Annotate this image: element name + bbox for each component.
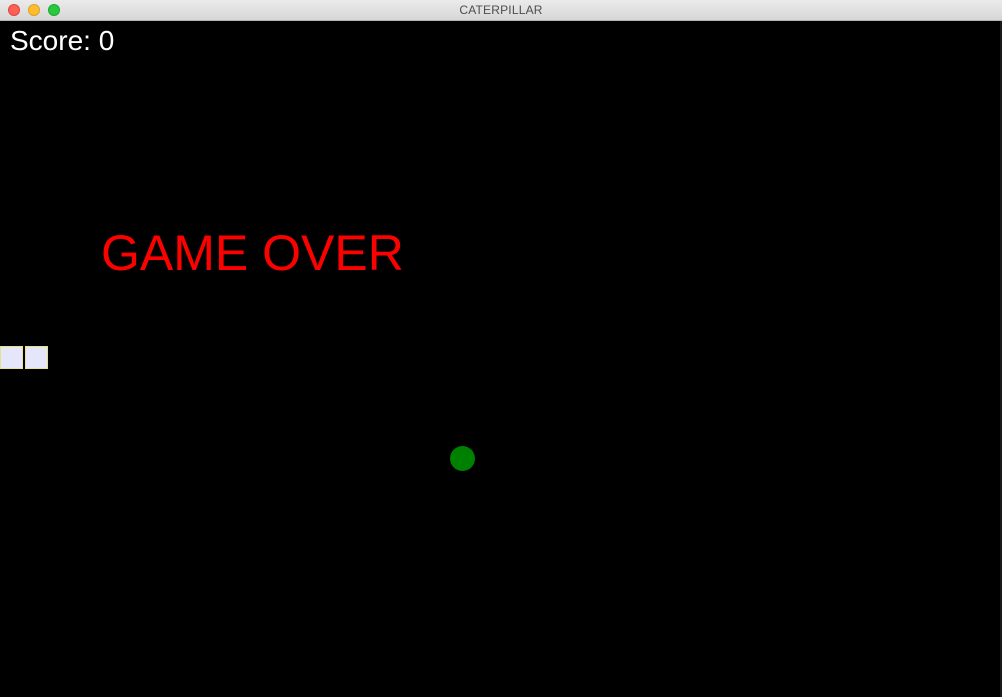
app-window: CATERPILLAR Score: 0 GAME OVER — [0, 0, 1002, 697]
food-pellet — [450, 446, 475, 471]
window-title: CATERPILLAR — [459, 3, 543, 17]
score-display: Score: 0 — [10, 25, 115, 56]
game-over-text: GAME OVER — [101, 225, 404, 281]
caterpillar-segment — [25, 346, 48, 369]
caterpillar-segment — [0, 346, 23, 369]
title-bar[interactable]: CATERPILLAR — [0, 0, 1002, 21]
game-canvas[interactable]: Score: 0 GAME OVER — [0, 21, 1002, 697]
